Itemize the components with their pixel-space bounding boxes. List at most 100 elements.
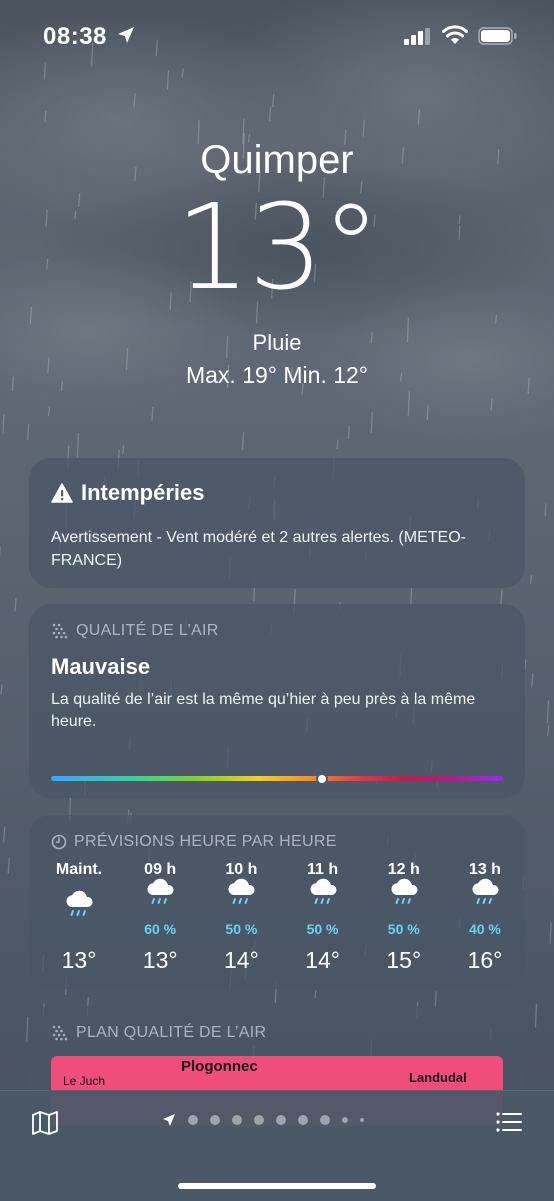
map-place-label: Plogonnec [181, 1058, 258, 1075]
raindrop [134, 93, 135, 107]
page-dot [320, 1115, 330, 1125]
rain-cloud-icon [307, 877, 339, 907]
hour-temperature: 16° [445, 947, 525, 974]
raindrop [30, 307, 31, 324]
alert-title: Intempéries [81, 480, 205, 506]
raindrop [418, 109, 419, 124]
hour-precipitation: 40 % [445, 921, 525, 937]
raindrop [496, 315, 497, 323]
wifi-icon [442, 25, 468, 45]
hour-item: Maint. 13° [39, 859, 119, 979]
raindrop [152, 407, 153, 421]
raindrop [545, 503, 546, 515]
air-quality-scale [51, 776, 503, 781]
hour-temperature: 14° [201, 947, 281, 974]
page-indicator[interactable] [162, 1113, 364, 1127]
raindrop [501, 589, 502, 605]
raindrop [77, 433, 78, 458]
page-dot [210, 1115, 220, 1125]
air-quality-level: Mauvaise [51, 654, 150, 680]
high-low-temperature: Max. 19° Min. 12° [0, 362, 554, 389]
rain-cloud-icon [225, 877, 257, 907]
raindrop [315, 990, 316, 998]
air-quality-header-label: QUALITÉ DE L’AIR [76, 622, 219, 640]
raindrop [49, 407, 50, 416]
map-place-label: Le Juch [63, 1074, 105, 1088]
rain-cloud-icon [388, 877, 420, 907]
severe-weather-card[interactable]: Intempéries Avertissement - Vent modéré … [29, 458, 525, 588]
raindrop [273, 94, 274, 107]
page-dot [360, 1118, 364, 1122]
current-location-icon [162, 1113, 176, 1127]
hour-temperature: 13° [39, 947, 119, 974]
raindrop [45, 111, 46, 122]
city-name: Quimper [0, 138, 554, 183]
weather-condition: Pluie [0, 330, 554, 356]
hour-item: 11 h 50 % 14° [283, 859, 363, 979]
raindrop [27, 1017, 28, 1042]
alert-title-row: Intempéries [51, 480, 205, 506]
hour-item: 12 h 50 % 15° [364, 859, 444, 979]
raindrop [28, 424, 29, 440]
raindrop [550, 922, 551, 944]
alert-description: Avertissement - Vent modéré et 2 autres … [51, 526, 511, 572]
air-quality-icon [51, 1024, 69, 1042]
hour-temperature: 13° [120, 947, 200, 974]
map-icon[interactable] [32, 1111, 58, 1135]
air-quality-header: QUALITÉ DE L’AIR [51, 622, 219, 640]
page-dot [254, 1115, 264, 1125]
raindrop [491, 398, 492, 410]
raindrop [427, 406, 428, 420]
raindrop [1, 684, 2, 694]
air-quality-description: La qualité de l’air est la même qu’hier … [51, 689, 491, 733]
rain-cloud-icon [63, 889, 95, 919]
warning-icon [51, 483, 73, 503]
raindrop [348, 425, 349, 438]
raindrop [532, 674, 533, 688]
home-indicator[interactable] [178, 1183, 376, 1189]
raindrop [371, 412, 372, 433]
raindrop [548, 725, 549, 736]
hourly-list: Maint. 13° 09 h 60 % 13° 10 h 50 % 14° 1… [39, 859, 525, 979]
hour-label: Maint. [39, 861, 119, 879]
location-arrow-icon [117, 26, 135, 44]
raindrop [123, 446, 124, 455]
hourly-forecast-header-label: PRÉVISIONS HEURE PAR HEURE [74, 833, 337, 851]
raindrop [337, 440, 338, 450]
list-icon[interactable] [496, 1111, 522, 1133]
hourly-forecast-card[interactable]: PRÉVISIONS HEURE PAR HEURE Maint. 13° 09… [29, 815, 525, 989]
page-dot [188, 1115, 198, 1125]
hour-precipitation: 60 % [120, 921, 200, 937]
air-quality-indicator [316, 773, 328, 785]
air-quality-map-header-label: PLAN QUALITÉ DE L’AIR [76, 1024, 266, 1042]
hourly-forecast-header: PRÉVISIONS HEURE PAR HEURE [51, 833, 337, 851]
hour-precipitation: 50 % [283, 921, 363, 937]
cellular-signal-icon [404, 28, 432, 45]
raindrop [363, 120, 364, 137]
raindrop [408, 391, 409, 416]
raindrop [4, 827, 5, 843]
hour-temperature: 15° [364, 947, 444, 974]
raindrop [243, 432, 244, 450]
air-quality-map-header: PLAN QUALITÉ DE L’AIR [51, 1024, 266, 1042]
status-bar: 08:38 [0, 0, 554, 74]
hour-precipitation: 50 % [364, 921, 444, 937]
clock: 08:38 [43, 23, 107, 51]
page-dot [232, 1115, 242, 1125]
hour-temperature: 14° [283, 947, 363, 974]
current-temperature: 13° [0, 188, 554, 306]
rain-cloud-icon [144, 877, 176, 907]
rain-cloud-icon [469, 877, 501, 907]
clock-icon [51, 834, 67, 850]
raindrop [531, 575, 532, 584]
air-quality-icon [51, 622, 69, 640]
raindrop [3, 414, 4, 433]
hour-item: 10 h 50 % 14° [201, 859, 281, 979]
raindrop [547, 701, 548, 724]
raindrop [8, 858, 9, 874]
page-dot [276, 1115, 286, 1125]
bottom-toolbar [0, 1090, 554, 1201]
raindrop [15, 598, 16, 611]
battery-icon [478, 27, 518, 45]
air-quality-card[interactable]: QUALITÉ DE L’AIR Mauvaise La qualité de … [29, 604, 525, 798]
